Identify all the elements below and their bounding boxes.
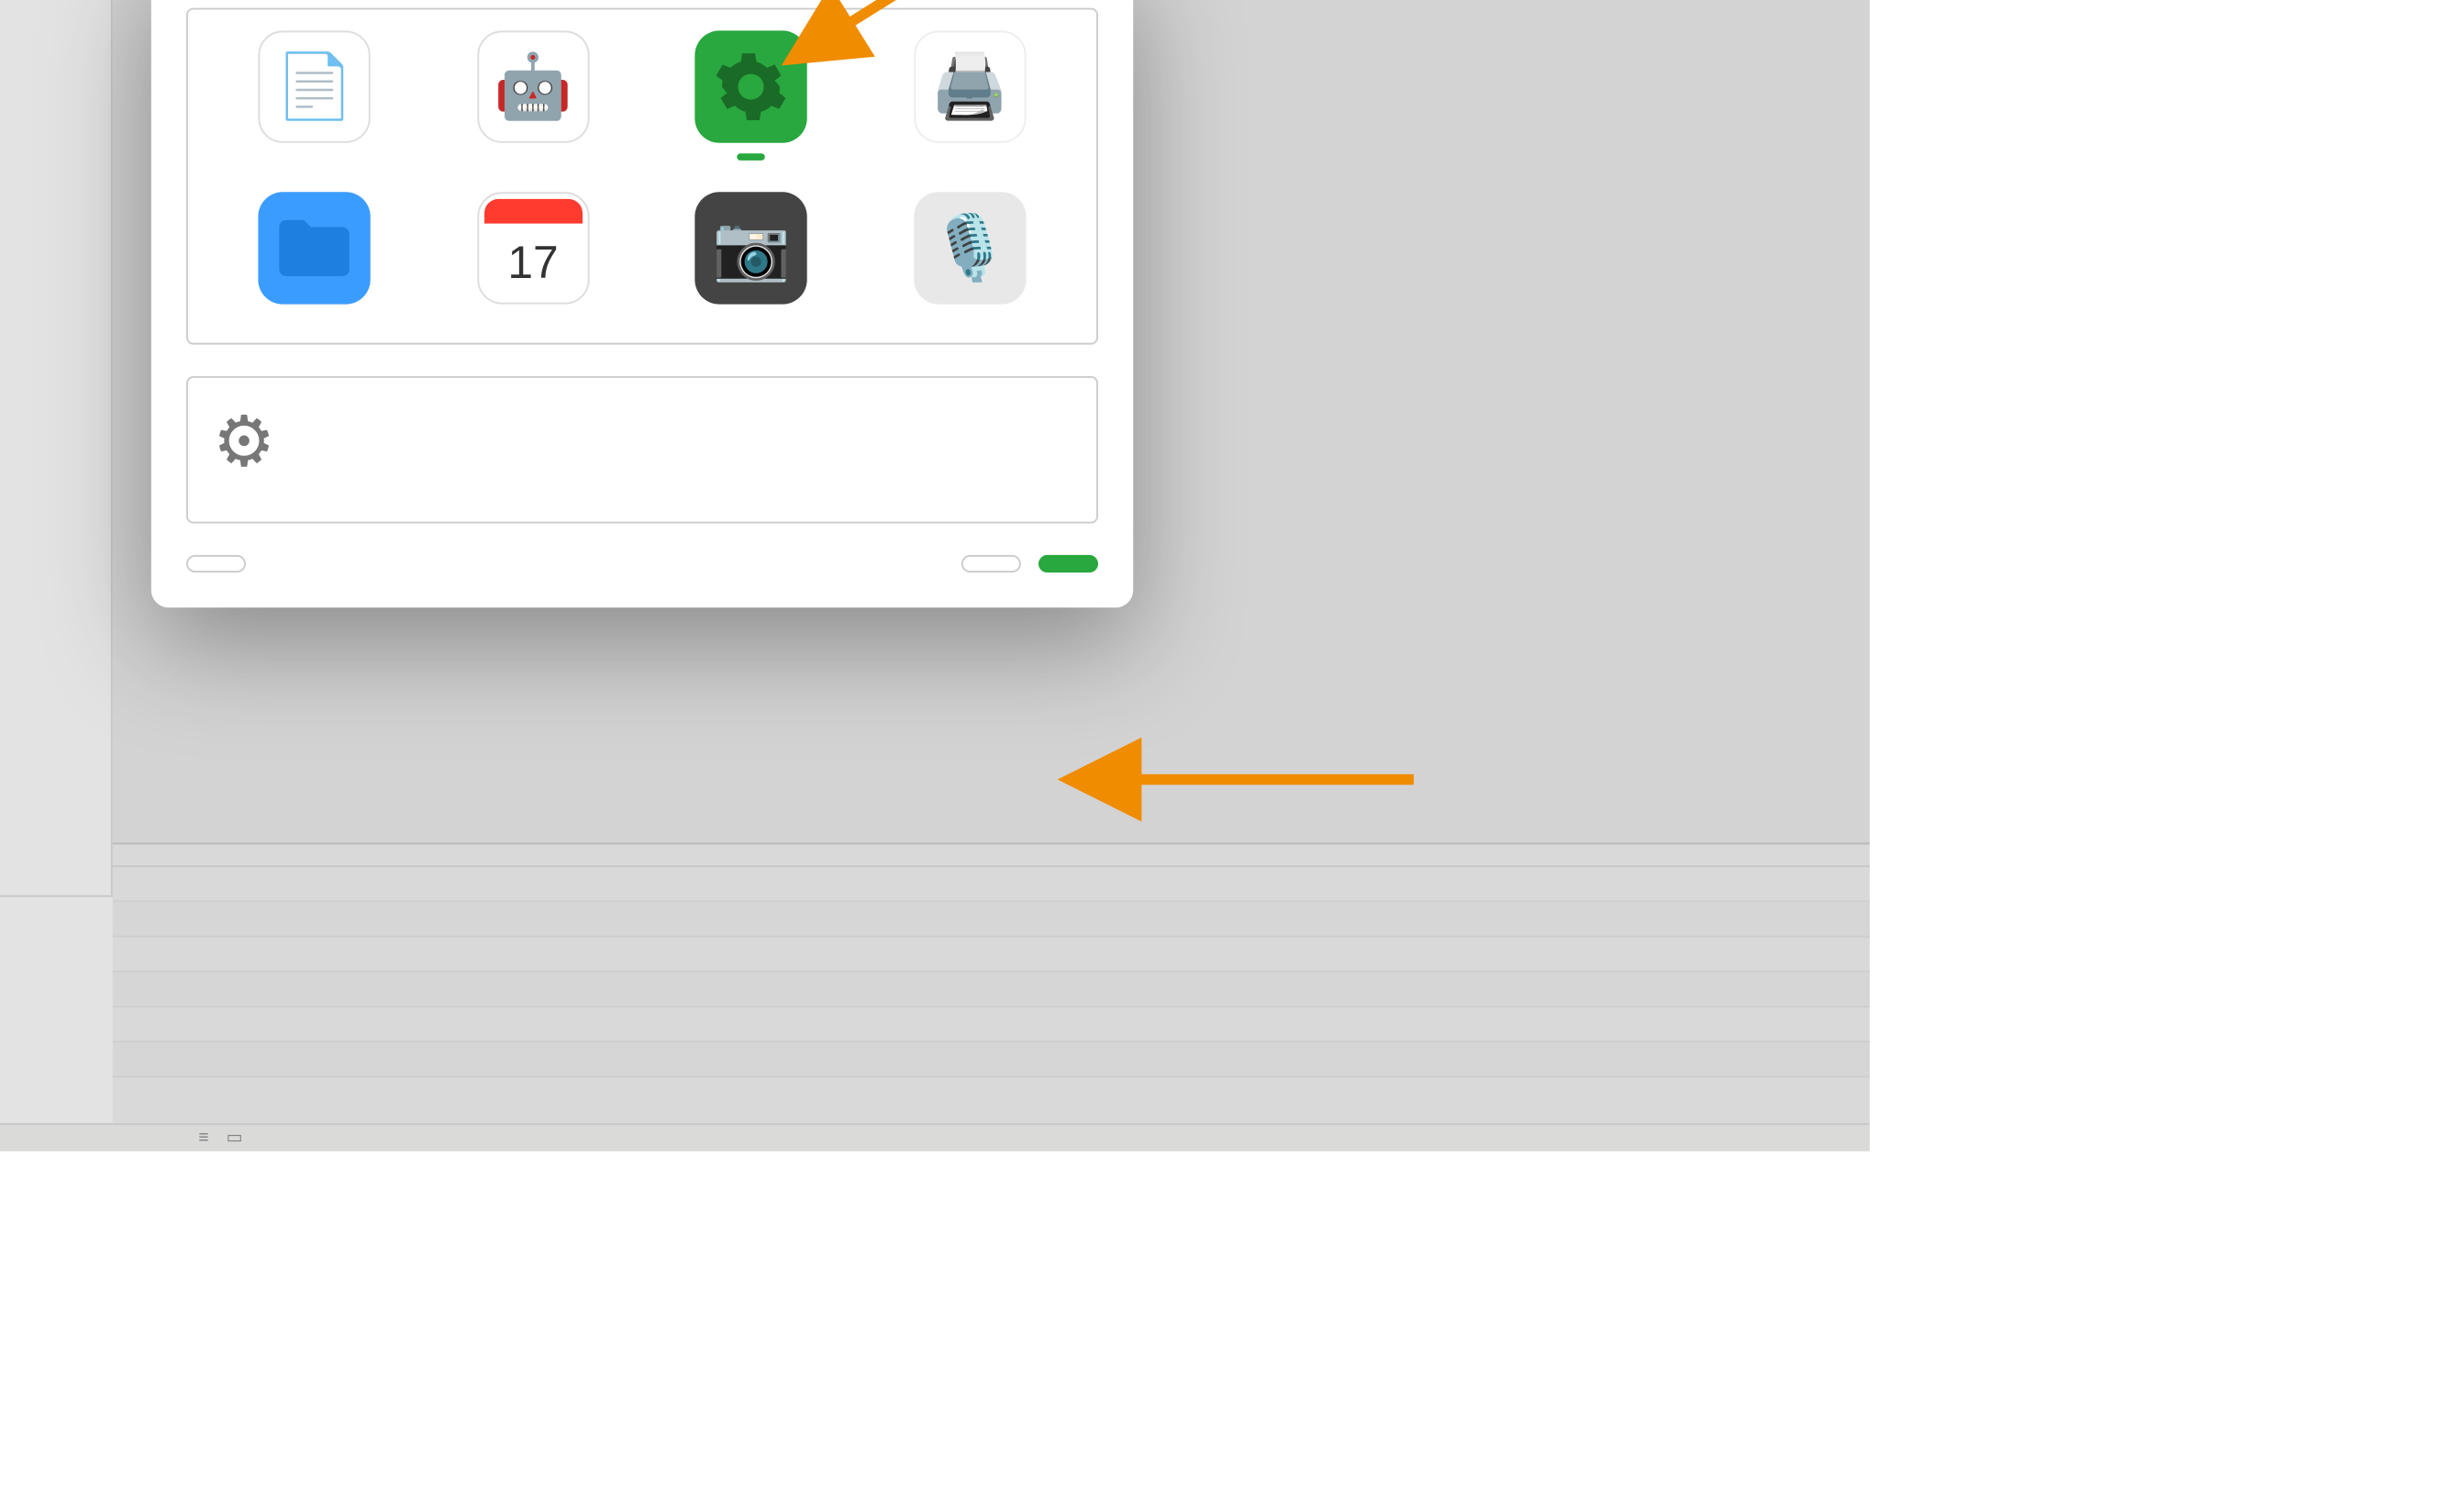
open-existing-button[interactable] [186, 555, 246, 573]
type-dictation-command[interactable]: 🎙️ [861, 188, 1079, 325]
microphone-icon: 🎙️ [914, 192, 1026, 304]
type-info-box: ⚙︎ [186, 376, 1098, 524]
close-button[interactable] [961, 555, 1021, 573]
type-image-capture-plugin[interactable]: 📷 [642, 188, 861, 325]
folder-icon [259, 192, 371, 304]
type-folder-action[interactable] [206, 188, 424, 325]
type-calendar-alarm[interactable]: 17 [424, 188, 642, 325]
application-icon: 🤖 [477, 30, 589, 142]
document-type-grid: 📄 🤖 🖨️ [186, 8, 1098, 345]
calendar-icon: 17 [477, 192, 589, 304]
choose-button[interactable] [1039, 555, 1098, 573]
gear-icon: ⚙︎ [213, 403, 276, 484]
type-print-plugin[interactable]: 🖨️ [861, 28, 1079, 164]
gear-icon [695, 30, 807, 142]
image-capture-icon: 📷 [695, 192, 807, 304]
type-application[interactable]: 🤖 [424, 28, 642, 164]
type-workflow[interactable]: 📄 [206, 28, 424, 164]
workflow-icon: 📄 [259, 30, 371, 142]
type-quick-action[interactable] [642, 28, 861, 164]
new-document-dialog: 📄 🤖 🖨️ [151, 0, 1133, 607]
printer-icon: 🖨️ [914, 30, 1026, 142]
